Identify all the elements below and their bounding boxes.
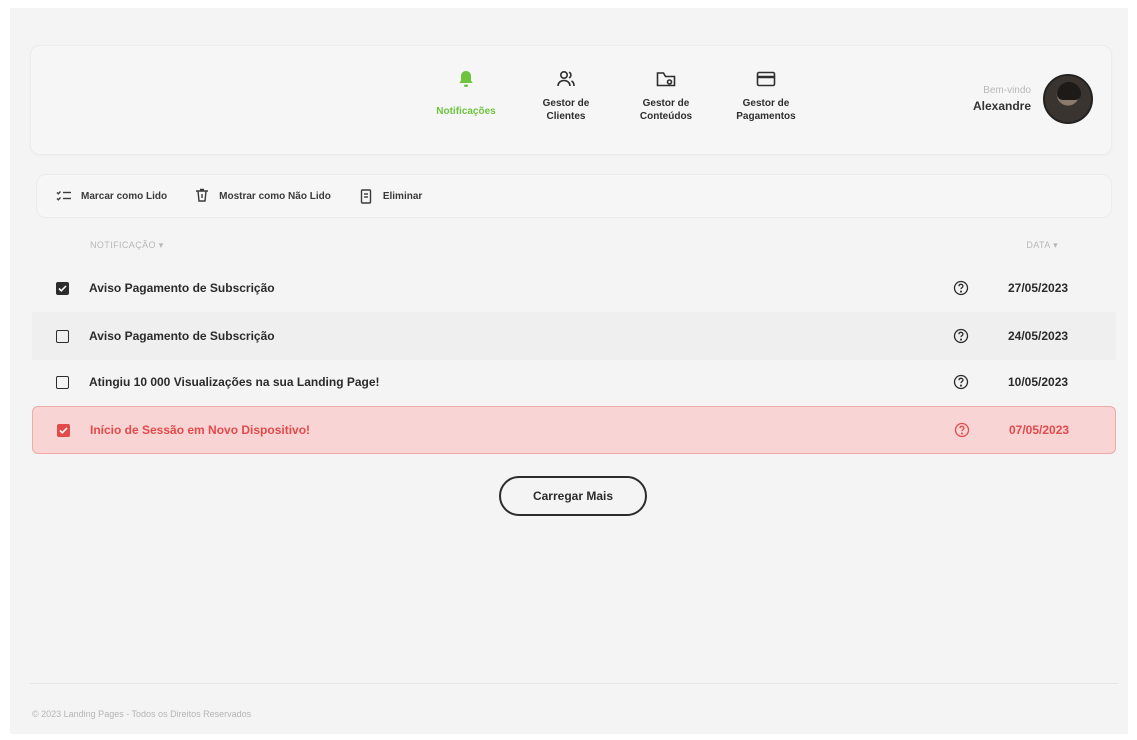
column-header-notification[interactable]: NOTIFICAÇÃO ▾ bbox=[90, 240, 164, 251]
row-checkbox[interactable] bbox=[56, 281, 69, 295]
row-checkbox[interactable] bbox=[56, 329, 69, 343]
nav-item-gestor-conteudos[interactable]: Gestor de Conteúdos bbox=[616, 68, 716, 123]
checklist-icon bbox=[55, 187, 73, 205]
actions-toolbar: Marcar como Lido Mostrar como Não Lido E… bbox=[36, 174, 1112, 218]
column-header-date[interactable]: DATA ▾ bbox=[1026, 240, 1058, 251]
unread-icon bbox=[193, 187, 211, 205]
help-icon[interactable] bbox=[952, 327, 970, 345]
nav-label: Gestor de Pagamentos bbox=[736, 98, 796, 122]
help-icon[interactable] bbox=[952, 279, 970, 297]
table-row[interactable]: Aviso Pagamento de Subscrição 27/05/2023 bbox=[32, 264, 1116, 312]
notification-title: Aviso Pagamento de Subscrição bbox=[89, 329, 275, 343]
help-icon[interactable] bbox=[952, 373, 970, 391]
user-profile[interactable]: Bem-vindo Alexandre bbox=[973, 74, 1093, 124]
main-nav: Notificações Gestor de Clientes Gestor d… bbox=[416, 68, 816, 123]
trash-icon bbox=[357, 187, 375, 205]
table-row[interactable]: Início de Sessão em Novo Dispositivo! 07… bbox=[32, 406, 1116, 454]
nav-label: Gestor de Clientes bbox=[542, 98, 590, 122]
load-more-button[interactable]: Carregar Mais bbox=[499, 476, 647, 516]
row-checkbox[interactable] bbox=[56, 375, 69, 389]
footer-divider bbox=[30, 683, 1118, 684]
table-header: NOTIFICAÇÃO ▾ DATA ▾ bbox=[30, 240, 1112, 256]
top-navigation-bar: Notificações Gestor de Clientes Gestor d… bbox=[30, 45, 1112, 155]
mark-read-button[interactable]: Marcar como Lido bbox=[55, 187, 167, 205]
notification-title: Atingiu 10 000 Visualizações na sua Land… bbox=[89, 375, 380, 389]
help-icon[interactable] bbox=[953, 421, 971, 439]
avatar[interactable] bbox=[1043, 74, 1093, 124]
credit-card-icon bbox=[755, 68, 777, 90]
welcome-text: Bem-vindo bbox=[983, 85, 1031, 96]
folder-icon bbox=[655, 68, 677, 90]
notification-date: 10/05/2023 bbox=[1008, 375, 1069, 389]
nav-item-gestor-pagamentos[interactable]: Gestor de Pagamentos bbox=[716, 68, 816, 123]
delete-label: Eliminar bbox=[382, 190, 423, 202]
nav-label: Gestor de Conteúdos bbox=[639, 98, 693, 122]
mark-unread-button[interactable]: Mostrar como Não Lido bbox=[193, 187, 331, 205]
users-icon bbox=[555, 68, 577, 90]
nav-item-notificacoes[interactable]: Notificações bbox=[416, 68, 516, 123]
mark-unread-label: Mostrar como Não Lido bbox=[219, 190, 331, 202]
table-row[interactable]: Aviso Pagamento de Subscrição 24/05/2023 bbox=[32, 312, 1116, 360]
nav-label: Notificações bbox=[436, 106, 496, 117]
mark-read-label: Marcar como Lido bbox=[81, 190, 168, 202]
nav-item-gestor-clientes[interactable]: Gestor de Clientes bbox=[516, 68, 616, 123]
notification-date: 27/05/2023 bbox=[1008, 281, 1069, 295]
notification-date: 24/05/2023 bbox=[1008, 329, 1069, 343]
footer-copyright: © 2023 Landing Pages - Todos os Direitos… bbox=[32, 709, 252, 719]
row-checkbox[interactable] bbox=[57, 423, 70, 437]
delete-button[interactable]: Eliminar bbox=[357, 187, 422, 205]
notification-date: 07/05/2023 bbox=[1009, 423, 1070, 437]
table-row[interactable]: Atingiu 10 000 Visualizações na sua Land… bbox=[32, 358, 1116, 406]
notification-title: Início de Sessão em Novo Dispositivo! bbox=[90, 423, 311, 437]
bell-icon bbox=[455, 68, 477, 90]
notification-title: Aviso Pagamento de Subscrição bbox=[89, 281, 275, 295]
user-name: Alexandre bbox=[972, 99, 1031, 113]
